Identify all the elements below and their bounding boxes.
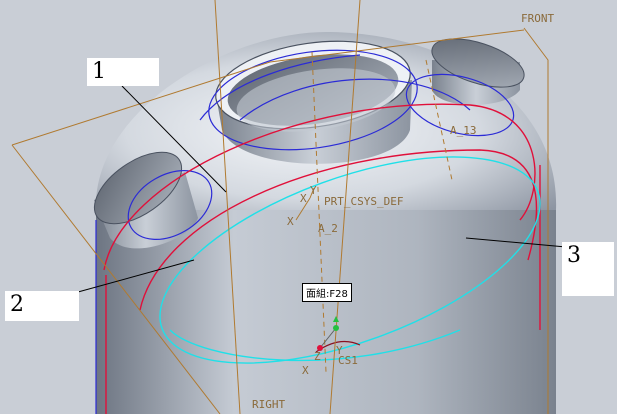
axis-letter-z: Z xyxy=(314,350,321,363)
callout-3: 3 xyxy=(562,242,614,296)
callout-2: 2 xyxy=(5,291,79,321)
axis-letter-x1: X xyxy=(300,192,307,205)
csys-def-label[interactable]: PRT_CSYS_DEF xyxy=(324,195,403,208)
tooltip-text: 面組:F28 xyxy=(306,289,348,300)
right-plane-label[interactable]: RIGHT xyxy=(252,398,285,411)
axis-a2-label[interactable]: A_2 xyxy=(318,222,338,235)
y-axis-point[interactable] xyxy=(333,325,339,331)
callout-1: 1 xyxy=(87,58,159,86)
selection-tooltip: 面組:F28 xyxy=(302,283,352,302)
cad-viewport[interactable]: FRONT RIGHT PRT_CSYS_DEF A_2 A_13 CS1 X … xyxy=(0,0,617,414)
axis-letter-x3: X xyxy=(302,364,309,377)
axis-letter-y2: Y xyxy=(336,344,343,357)
callout-3-label: 3 xyxy=(567,243,581,268)
callout-2-label: 2 xyxy=(10,292,24,317)
axis-a13-label[interactable]: A_13 xyxy=(450,124,477,137)
front-plane-label[interactable]: FRONT xyxy=(521,12,554,25)
callout-1-label: 1 xyxy=(92,59,106,84)
axis-letter-y1: Y xyxy=(310,184,317,197)
axis-letter-x2: X xyxy=(287,215,294,228)
